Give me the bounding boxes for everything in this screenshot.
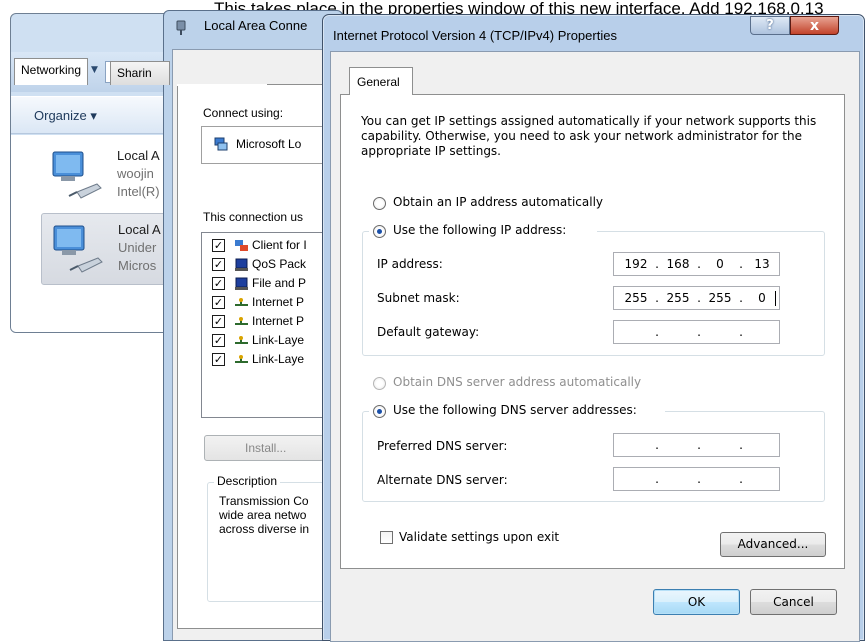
- network-adapter-icon: [52, 151, 102, 199]
- network-adapter-icon: [214, 137, 228, 151]
- client-icon: [235, 240, 248, 251]
- adapter-box: Microsoft Lo: [201, 126, 326, 164]
- component-checkbox[interactable]: ✓: [212, 296, 225, 309]
- protocol-icon: [235, 336, 248, 344]
- alternate-dns-label: Alternate DNS server:: [377, 473, 508, 487]
- obtain-ip-auto-radio[interactable]: [373, 197, 386, 210]
- obtain-dns-auto-label[interactable]: Obtain DNS server address automatically: [393, 375, 641, 389]
- tab-sharing[interactable]: Sharin: [110, 61, 170, 85]
- description-line: wide area netwo: [219, 508, 307, 522]
- advanced-button[interactable]: Advanced...: [720, 532, 826, 557]
- connection-status: Unider: [118, 240, 157, 255]
- preferred-dns-field[interactable]: . . .: [613, 433, 780, 457]
- description-label: Description: [214, 474, 281, 488]
- help-button[interactable]: ?: [750, 16, 790, 35]
- connection-name: Local A: [117, 148, 160, 163]
- component-checkbox[interactable]: ✓: [212, 353, 225, 366]
- alternate-dns-field[interactable]: . . .: [613, 467, 780, 491]
- qos-icon: [235, 258, 248, 271]
- network-plug-icon: [176, 20, 186, 35]
- subnet-mask-label: Subnet mask:: [377, 291, 460, 305]
- connection-device: Intel(R): [117, 184, 160, 199]
- component-label: Link-Laye: [252, 333, 305, 347]
- component-checkbox[interactable]: ✓: [212, 277, 225, 290]
- obtain-dns-auto-radio[interactable]: [373, 377, 386, 390]
- obtain-ip-auto-label[interactable]: Obtain an IP address automatically: [393, 195, 603, 209]
- dialog-title: Internet Protocol Version 4 (TCP/IPv4) P…: [333, 28, 617, 43]
- component-checkbox[interactable]: ✓: [212, 239, 225, 252]
- ip-address-label: IP address:: [377, 257, 443, 271]
- protocol-icon: [235, 355, 248, 363]
- component-label: File and P: [252, 276, 307, 290]
- component-checkbox[interactable]: ✓: [212, 258, 225, 271]
- organize-menu-button[interactable]: Organize ▾: [34, 108, 97, 124]
- description-line: Transmission Co: [219, 494, 309, 508]
- tab-networking[interactable]: Networking: [14, 58, 89, 85]
- file-sharing-icon: [235, 277, 248, 290]
- cancel-button[interactable]: Cancel: [750, 589, 837, 615]
- connection-status: woojin: [117, 166, 154, 181]
- components-label: This connection us: [203, 210, 304, 224]
- protocol-icon: [235, 298, 248, 306]
- intro-text: You can get IP settings assigned automat…: [361, 114, 817, 158]
- validate-checkbox[interactable]: [380, 531, 393, 544]
- tab-general[interactable]: General: [349, 67, 413, 95]
- use-following-ip-label[interactable]: Use the following IP address:: [393, 223, 566, 237]
- component-label: Internet P: [252, 295, 305, 309]
- text-caret: [775, 291, 776, 306]
- use-following-dns-radio[interactable]: [373, 405, 386, 418]
- component-label: Client for I: [252, 238, 307, 252]
- component-label: QoS Pack: [252, 257, 307, 271]
- component-checkbox[interactable]: ✓: [212, 334, 225, 347]
- subnet-mask-field[interactable]: 255 . 255 . 255 . 0: [613, 286, 780, 310]
- description-line: across diverse in: [219, 522, 310, 536]
- close-button[interactable]: x: [790, 16, 839, 35]
- use-following-dns-label[interactable]: Use the following DNS server addresses:: [393, 403, 637, 417]
- ip-address-field[interactable]: 192 . 168 . 0 . 13: [613, 252, 780, 276]
- window-title: Local Area Conne: [204, 18, 308, 33]
- protocol-icon: [235, 317, 248, 325]
- connection-name: Local A: [118, 222, 161, 237]
- connect-using-label: Connect using:: [203, 106, 284, 120]
- default-gateway-label: Default gateway:: [377, 325, 480, 339]
- install-button[interactable]: Install...: [204, 435, 324, 461]
- preferred-dns-label: Preferred DNS server:: [377, 439, 508, 453]
- ok-button[interactable]: OK: [653, 589, 740, 615]
- default-gateway-field[interactable]: . . .: [613, 320, 780, 344]
- connection-device: Micros: [118, 258, 157, 273]
- history-dropdown-icon[interactable]: ▼: [91, 65, 98, 75]
- component-label: Internet P: [252, 314, 305, 328]
- network-adapter-icon: [53, 225, 103, 273]
- use-following-ip-radio[interactable]: [373, 225, 386, 238]
- adapter-name: Microsoft Lo: [236, 137, 302, 151]
- validate-label[interactable]: Validate settings upon exit: [399, 530, 559, 544]
- component-label: Link-Laye: [252, 352, 305, 366]
- component-checkbox[interactable]: ✓: [212, 315, 225, 328]
